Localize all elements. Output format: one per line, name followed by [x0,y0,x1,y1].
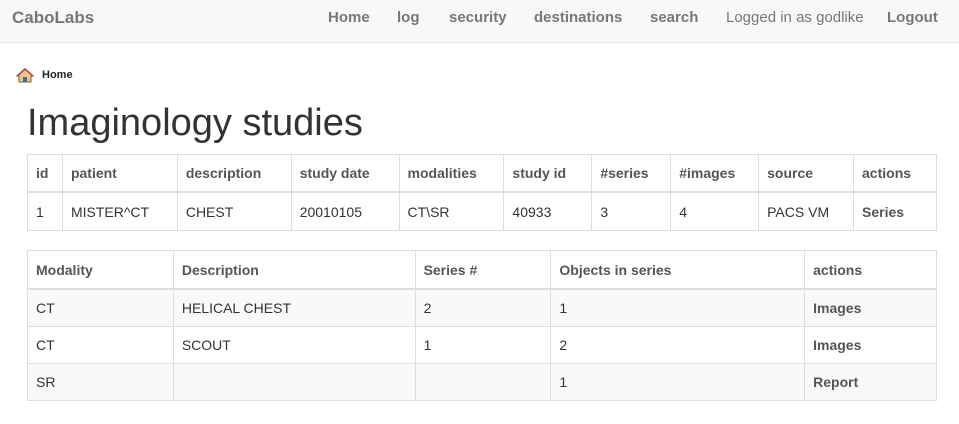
cell-series-number: 2 [414,288,552,327]
table-row: 1 MISTER^CT CHEST 20010105 CT\SR 40933 3… [27,191,937,231]
col-objects-in-series: Objects in series [550,250,806,290]
breadcrumb-home-link[interactable]: Home [42,68,73,82]
cell-series-number: 1 [414,326,552,364]
report-link[interactable]: Report [813,374,858,390]
col-series-count: #series [591,154,672,193]
home-icon[interactable] [16,68,34,83]
cell-modalities: CT\SR [398,191,505,231]
cell-objects: 1 [550,288,806,327]
cell-modality: SR [27,363,174,401]
images-link[interactable]: Images [813,300,861,316]
cell-source: PACS VM [758,191,855,231]
table-row: CT HELICAL CHEST 2 1 Images [27,288,937,327]
cell-actions: Series [853,191,937,231]
cell-images-count: 4 [670,191,760,231]
cell-series-description: SCOUT [172,326,416,364]
cell-series-number [414,363,552,401]
cell-series-description: HELICAL CHEST [172,288,416,327]
cell-study-date: 20010105 [290,191,400,231]
col-series-description: Description [172,250,416,290]
col-source: source [758,154,855,193]
cell-series-actions: Images [804,288,937,327]
images-link[interactable]: Images [813,337,861,353]
series-table: Modality Description Series # Objects in… [27,250,937,401]
col-images-count: #images [670,154,760,193]
series-header-row: Modality Description Series # Objects in… [27,250,937,290]
col-series-number: Series # [414,250,552,290]
col-modalities: modalities [398,154,505,193]
studies-header-row: id patient description study date modali… [27,154,937,193]
cell-id: 1 [27,191,63,231]
cell-study-id: 40933 [503,191,593,231]
col-id: id [27,154,63,193]
nav-security[interactable]: security [449,9,507,27]
cell-patient: MISTER^CT [61,191,178,231]
col-study-date: study date [290,154,400,193]
col-series-actions: actions [804,250,937,290]
series-link[interactable]: Series [862,204,904,220]
brand-link[interactable]: CaboLabs [12,8,94,28]
col-patient: patient [61,154,178,193]
col-study-id: study id [503,154,593,193]
navbar: CaboLabs Home log security destinations … [0,0,959,43]
cell-modality: CT [27,326,174,364]
cell-description: CHEST [176,191,292,231]
logged-in-text: Logged in as godlike [726,9,864,26]
cell-modality: CT [27,288,174,327]
cell-objects: 1 [550,363,806,401]
col-description: description [176,154,292,193]
col-modality: Modality [27,250,174,290]
cell-series-actions: Images [804,326,937,364]
table-row: SR 1 Report [27,363,937,401]
nav-destinations[interactable]: destinations [534,9,622,27]
nav-search[interactable]: search [650,9,698,27]
studies-table: id patient description study date modali… [27,154,937,231]
logout-link[interactable]: Logout [887,9,938,27]
cell-objects: 2 [550,326,806,364]
cell-series-count: 3 [591,191,672,231]
nav-log[interactable]: log [397,9,420,27]
cell-series-actions: Report [804,363,937,401]
page-title: Imaginology studies [27,102,363,144]
cell-series-description [172,363,416,401]
nav-home[interactable]: Home [328,9,370,27]
table-row: CT SCOUT 1 2 Images [27,326,937,364]
col-actions: actions [853,154,937,193]
